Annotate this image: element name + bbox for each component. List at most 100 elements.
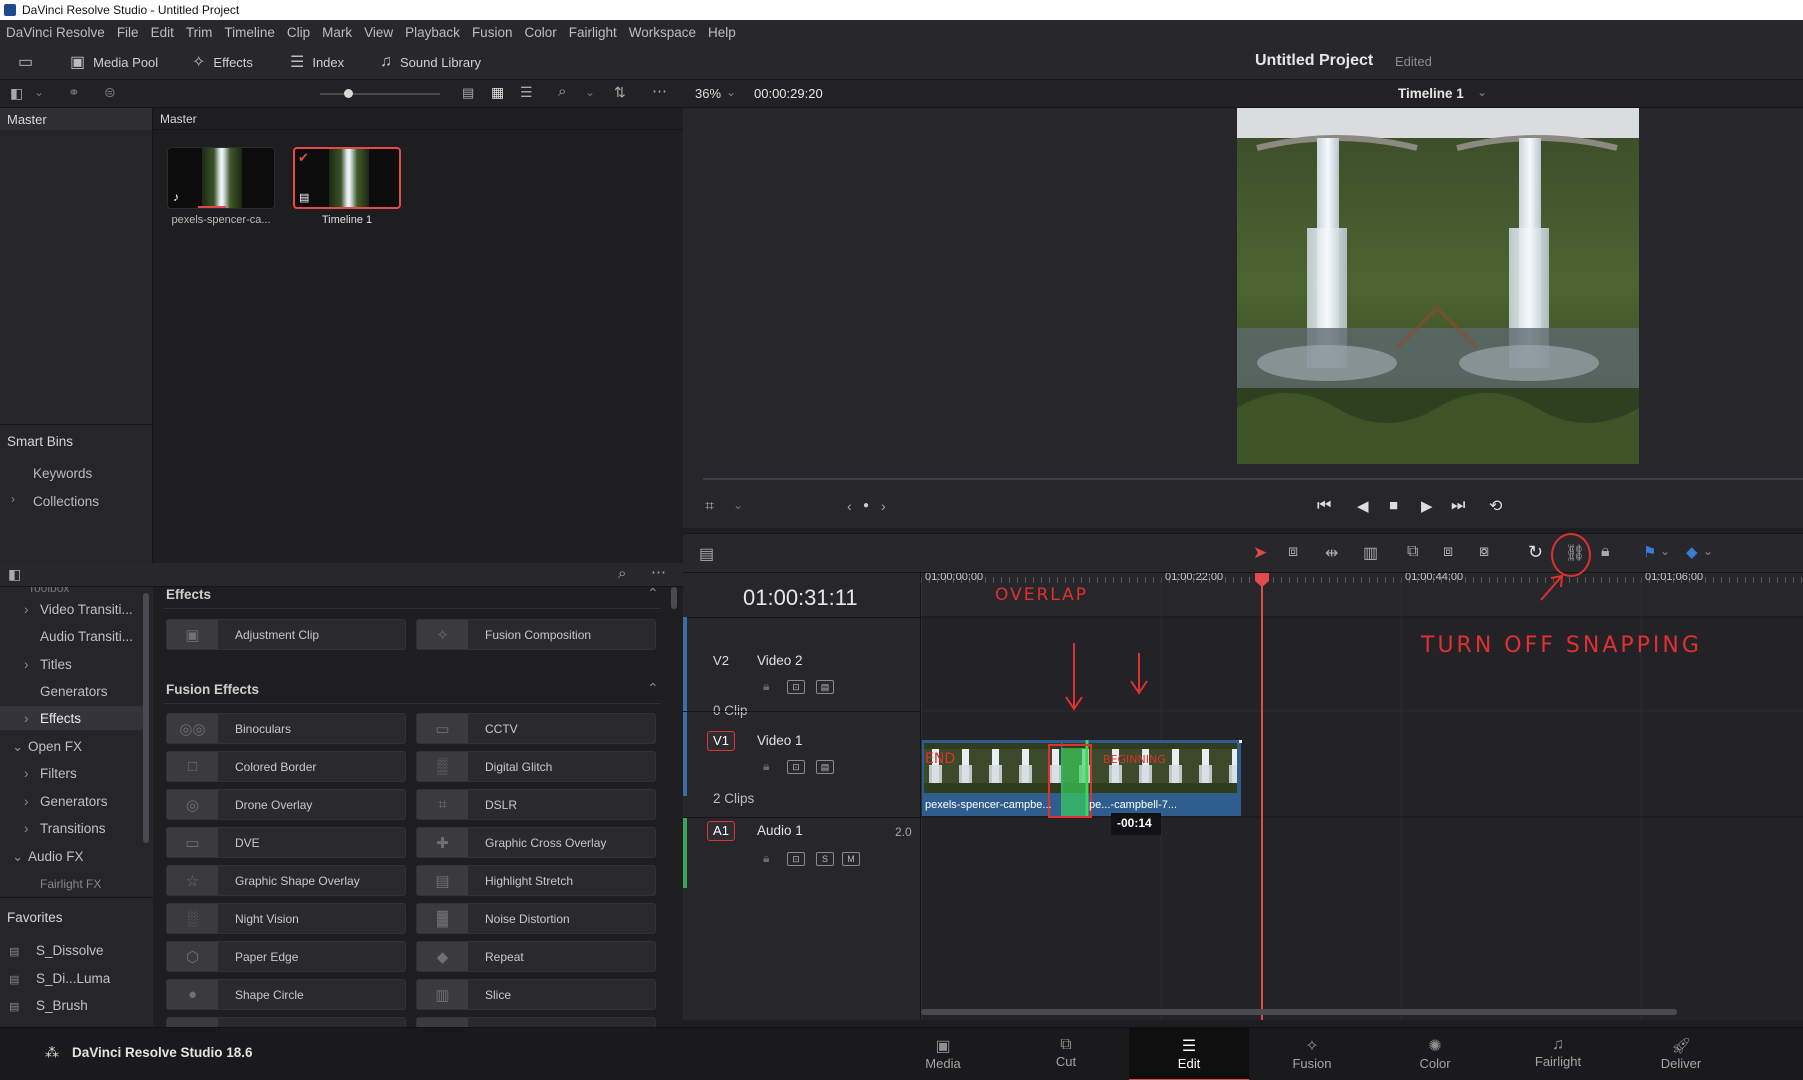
monitor-toggle-button[interactable]: ▭ — [18, 44, 41, 80]
sort-icon[interactable]: ⇅ — [614, 84, 626, 101]
sound-library-button[interactable]: ♫ Sound Library — [380, 44, 481, 80]
trim-edit-icon[interactable]: ⧈ — [1288, 543, 1298, 561]
trim-region[interactable] — [1061, 748, 1087, 818]
effect-digital-glitch[interactable]: ▒ Digital Glitch — [416, 751, 656, 782]
menu-playback[interactable]: Playback — [405, 25, 460, 40]
more-options-icon[interactable]: ⋯ — [652, 82, 667, 100]
tree-item-effects[interactable]: › Effects — [24, 711, 81, 726]
tree-item-fairlight-fx[interactable]: Fairlight FX — [40, 877, 101, 891]
tree-item-audio-fx[interactable]: ⌄ Audio FX — [12, 849, 84, 864]
tree-item-video-transitions[interactable]: › Video Transiti... — [24, 602, 133, 617]
effect-highlight-stretch[interactable]: ▤ Highlight Stretch — [416, 865, 656, 896]
page-cut[interactable]: ⧉ Cut — [1006, 1028, 1126, 1080]
chevron-up-icon[interactable]: ⌃ — [647, 680, 659, 697]
auto-select-icon[interactable]: ⊡ — [787, 760, 805, 774]
effect-slice[interactable]: ▥ Slice — [416, 979, 656, 1010]
menu-clip[interactable]: Clip — [287, 25, 310, 40]
flag-icon[interactable]: ⚑ — [1643, 543, 1656, 561]
lock-icon[interactable]: 🔒︎ — [763, 679, 769, 694]
insert-clip-icon[interactable]: ⧉ — [1407, 543, 1418, 561]
timeline-area[interactable]: 01:00:00:00 01:00:22:00 01:00:44:00 01:0… — [921, 573, 1803, 1020]
effect-adjustment-clip[interactable]: ▣ Adjustment Clip — [166, 619, 406, 650]
skip-to-start-icon[interactable]: ⏮ — [1317, 497, 1331, 515]
menu-edit[interactable]: Edit — [151, 25, 174, 40]
effect-repeat[interactable]: ◆ Repeat — [416, 941, 656, 972]
index-button[interactable]: ☰ Index — [290, 44, 344, 80]
effect-graphic-cross-overlay[interactable]: ✚ Graphic Cross Overlay — [416, 827, 656, 858]
sidebar-toggle-icon[interactable]: ◧ — [10, 85, 23, 102]
page-edit[interactable]: ☰ Edit — [1129, 1028, 1249, 1080]
jog-left-icon[interactable]: ‹ — [847, 498, 852, 514]
effect-night-vision[interactable]: ░ Night Vision — [166, 903, 406, 934]
chevron-down-icon[interactable]: ⌄ — [1660, 544, 1670, 558]
chevron-down-icon[interactable]: ⌄ — [1477, 85, 1487, 99]
jog-dot-icon[interactable]: ● — [863, 500, 869, 511]
list-view-icon[interactable]: ☰ — [520, 84, 533, 101]
smart-bin-icon[interactable]: ⊜ — [104, 84, 116, 101]
tree-item-open-fx[interactable]: ⌄ Open FX — [12, 739, 82, 754]
page-deliver[interactable]: 🚀︎ Deliver — [1621, 1028, 1741, 1080]
page-fairlight[interactable]: ♫ Fairlight — [1498, 1028, 1618, 1080]
favorite-item-s-brush[interactable]: S_Brush — [36, 998, 88, 1013]
selection-arrow-icon[interactable]: ➤ — [1253, 543, 1267, 563]
favorite-item-s-dissolve[interactable]: S_Dissolve — [36, 943, 104, 958]
blade-icon[interactable]: ▥ — [1363, 543, 1378, 563]
effects-scrollbar[interactable] — [671, 587, 677, 609]
menu-timeline[interactable]: Timeline — [224, 25, 275, 40]
auto-select-icon[interactable]: ⊡ — [787, 680, 805, 694]
thumbnail-size-slider[interactable] — [320, 93, 440, 95]
effect-graphic-shape-overlay[interactable]: ☆ Graphic Shape Overlay — [166, 865, 406, 896]
chevron-up-icon[interactable]: ⌃ — [647, 587, 659, 602]
track-id-v1[interactable]: V1 — [707, 731, 735, 751]
chevron-down-icon[interactable]: ⌄ — [585, 85, 595, 99]
menu-workspace[interactable]: Workspace — [629, 25, 696, 40]
timeline-thumbnail[interactable]: ✔ ▤ — [293, 147, 401, 209]
tree-item-ofx-generators[interactable]: › Generators — [24, 794, 108, 809]
thumbnail-view-icon[interactable]: ▦ — [491, 84, 504, 101]
page-media[interactable]: ▣ Media — [883, 1028, 1003, 1080]
panel-toggle-icon[interactable]: ◧ — [8, 566, 21, 583]
tree-item-ofx-transitions[interactable]: › Transitions — [24, 821, 106, 836]
loop-icon[interactable]: ⟲ — [1489, 496, 1502, 516]
clip-2-end-handle[interactable] — [1239, 740, 1242, 743]
stop-icon[interactable]: ■ — [1389, 497, 1398, 514]
menu-help[interactable]: Help — [708, 25, 736, 40]
menu-color[interactable]: Color — [524, 25, 556, 40]
replace-clip-icon[interactable]: ⧇ — [1479, 543, 1489, 561]
tree-item-audio-transitions[interactable]: Audio Transiti... — [40, 629, 133, 644]
overwrite-clip-icon[interactable]: ⧈ — [1443, 543, 1453, 561]
search-icon[interactable]: ⌕ — [618, 565, 626, 582]
play-reverse-icon[interactable]: ◀ — [1357, 497, 1369, 515]
viewer-frame[interactable] — [1237, 108, 1639, 464]
effect-noise-distortion[interactable]: ▓ Noise Distortion — [416, 903, 656, 934]
play-icon[interactable]: ▶ — [1421, 497, 1433, 515]
chevron-down-icon[interactable]: ⌄ — [1703, 544, 1713, 558]
page-color[interactable]: ✺ Color — [1375, 1028, 1495, 1080]
chevron-down-icon[interactable]: ⌄ — [733, 498, 743, 512]
track-id-v2[interactable]: V2 — [707, 651, 735, 671]
effect-cctv[interactable]: ▭ CCTV — [416, 713, 656, 744]
media-pool-button[interactable]: ▣ Media Pool — [70, 44, 158, 80]
disable-track-icon[interactable]: ▤ — [816, 760, 834, 774]
skip-to-end-icon[interactable]: ⏭ — [1451, 497, 1465, 515]
tree-item-toolbox[interactable]: Toolbox — [28, 587, 69, 595]
tree-item-generators[interactable]: Generators — [40, 684, 108, 699]
effect-colored-border[interactable]: □ Colored Border — [166, 751, 406, 782]
search-icon[interactable]: ⌕ — [558, 83, 566, 100]
smart-bin-keywords[interactable]: Keywords — [33, 466, 92, 481]
effect-paper-edge[interactable]: ⬡ Paper Edge — [166, 941, 406, 972]
smart-bin-collections[interactable]: Collections — [33, 494, 99, 509]
menu-fairlight[interactable]: Fairlight — [569, 25, 617, 40]
page-fusion[interactable]: ✧ Fusion — [1252, 1028, 1372, 1080]
menu-mark[interactable]: Mark — [322, 25, 352, 40]
menu-fusion[interactable]: Fusion — [472, 25, 513, 40]
menu-trim[interactable]: Trim — [186, 25, 213, 40]
timeline-horizontal-scrollbar[interactable] — [921, 1009, 1677, 1015]
zoom-level[interactable]: 36% — [695, 86, 721, 101]
timeline-view-options-icon[interactable]: ▤ — [699, 544, 714, 564]
menu-file[interactable]: File — [117, 25, 139, 40]
effect-fusion-composition[interactable]: ✧ Fusion Composition — [416, 619, 656, 650]
effect-tile-partial[interactable] — [416, 1017, 656, 1027]
effect-binoculars[interactable]: ◎◎ Binoculars — [166, 713, 406, 744]
crop-icon[interactable]: ⌗ — [705, 498, 714, 516]
